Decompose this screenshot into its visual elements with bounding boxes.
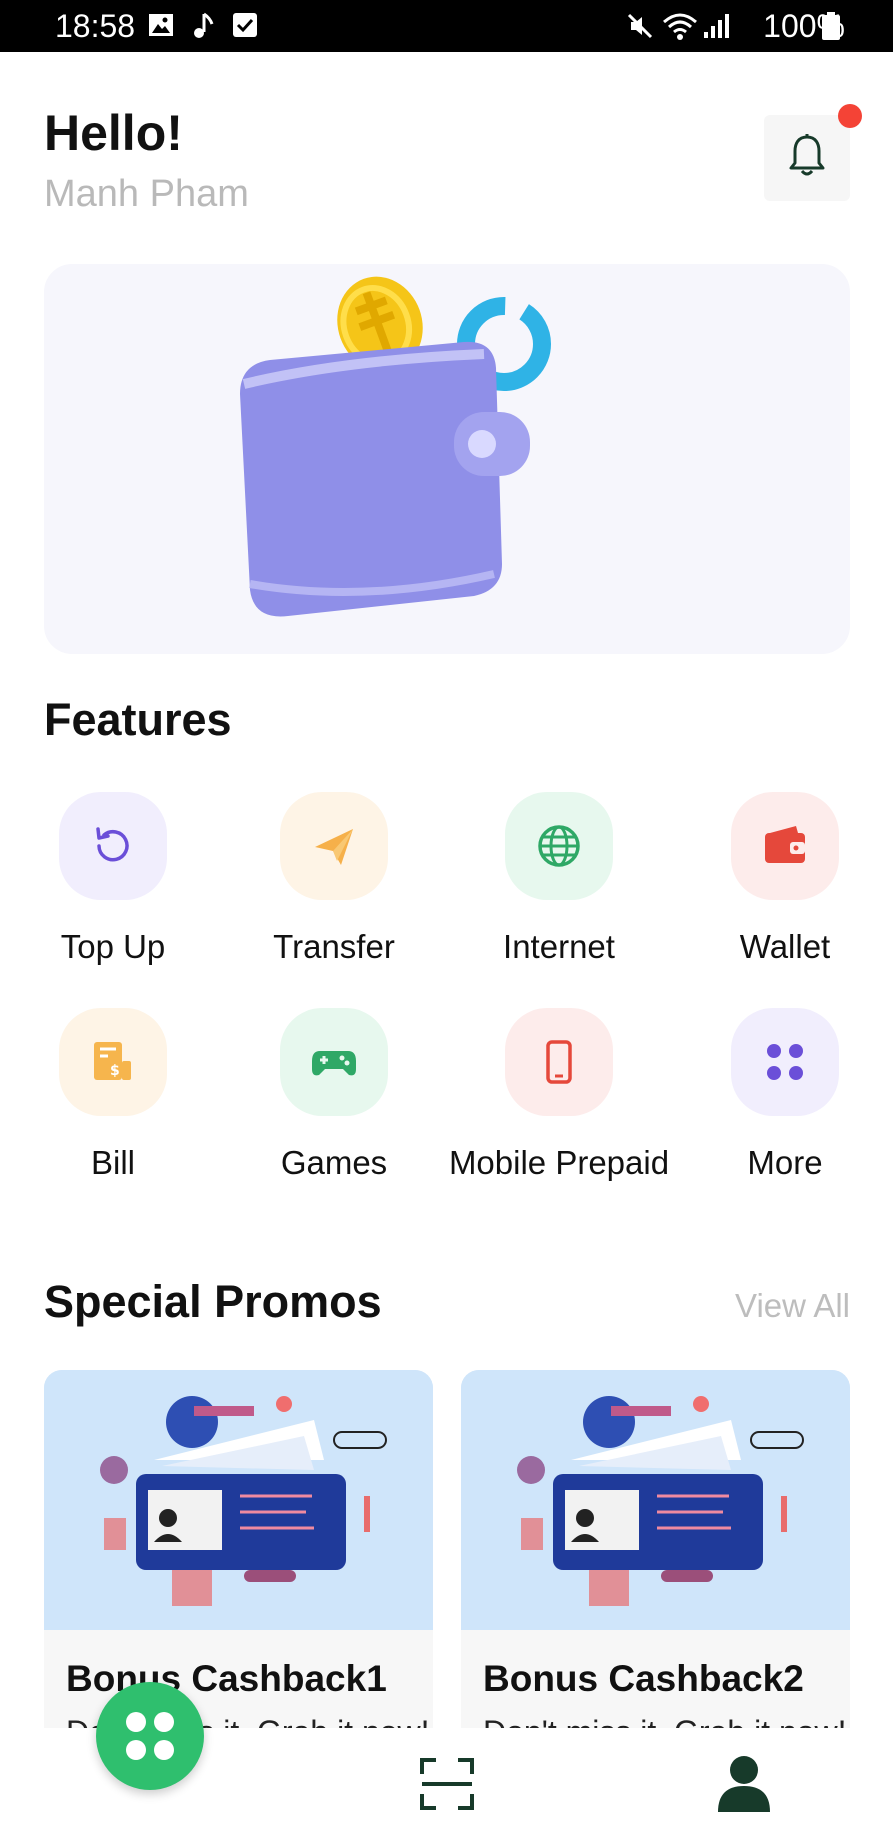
features-title: Features [44, 694, 232, 745]
wifi-icon [662, 12, 698, 47]
wallet-icon [731, 792, 839, 900]
music-note-icon [190, 12, 216, 45]
wallet-banner[interactable] [44, 264, 850, 654]
bell-icon [787, 133, 827, 184]
promo-card[interactable]: Bonus Cashback1 Don't miss it. Grab it n… [44, 1370, 433, 1730]
promo-card[interactable]: Bonus Cashback2 Don't miss it. Grab it n… [461, 1370, 850, 1730]
phone-icon [505, 1008, 613, 1116]
feature-label: Bill [90, 1144, 135, 1181]
notification-badge [838, 104, 862, 128]
feature-more[interactable]: More [672, 1008, 893, 1189]
feature-label: Games [280, 1144, 388, 1181]
feature-label: Internet [503, 928, 615, 965]
refresh-icon [59, 792, 167, 900]
promo-title: Bonus Cashback1 [66, 1658, 387, 1699]
feature-games[interactable]: Games [221, 1008, 447, 1189]
notification-button[interactable] [764, 115, 850, 201]
image-icon [148, 12, 174, 43]
status-bar: 18:58 100% [0, 0, 893, 52]
feature-label: Wallet [739, 928, 831, 965]
feature-top-up[interactable]: Top Up [0, 792, 226, 973]
mute-icon [626, 12, 654, 45]
username: Manh Pham [44, 173, 249, 215]
gamepad-icon [280, 1008, 388, 1116]
feature-internet[interactable]: Internet [446, 792, 672, 973]
wallet-illustration [240, 276, 551, 617]
send-icon [280, 792, 388, 900]
feature-bill[interactable]: $ Bill [0, 1008, 226, 1189]
feature-label: Transfer [273, 928, 395, 965]
promo-illustration [461, 1370, 850, 1630]
promos-title: Special Promos [44, 1276, 382, 1327]
promo-illustration [44, 1370, 433, 1630]
feature-label: More [747, 1144, 823, 1181]
profile-icon[interactable] [716, 1754, 772, 1817]
greeting: Hello! [44, 105, 183, 161]
feature-label: Top Up [60, 928, 166, 965]
signal-icon [702, 12, 730, 45]
bill-icon: $ [59, 1008, 167, 1116]
svg-text:$: $ [110, 1063, 120, 1079]
feature-wallet[interactable]: Wallet [672, 792, 893, 973]
battery-icon [822, 12, 840, 45]
home-grid-icon[interactable] [96, 1682, 204, 1790]
checkbox-icon [232, 12, 258, 43]
grid-icon [731, 1008, 839, 1116]
status-time: 18:58 [55, 8, 136, 44]
feature-mobile-prepaid[interactable]: Mobile Prepaid [446, 1008, 672, 1189]
promo-title: Bonus Cashback2 [483, 1658, 804, 1699]
globe-icon [505, 792, 613, 900]
feature-label: Mobile Prepaid [448, 1144, 670, 1181]
scan-icon[interactable] [420, 1758, 474, 1815]
view-all-link[interactable]: View All [735, 1287, 850, 1325]
feature-transfer[interactable]: Transfer [221, 792, 447, 973]
